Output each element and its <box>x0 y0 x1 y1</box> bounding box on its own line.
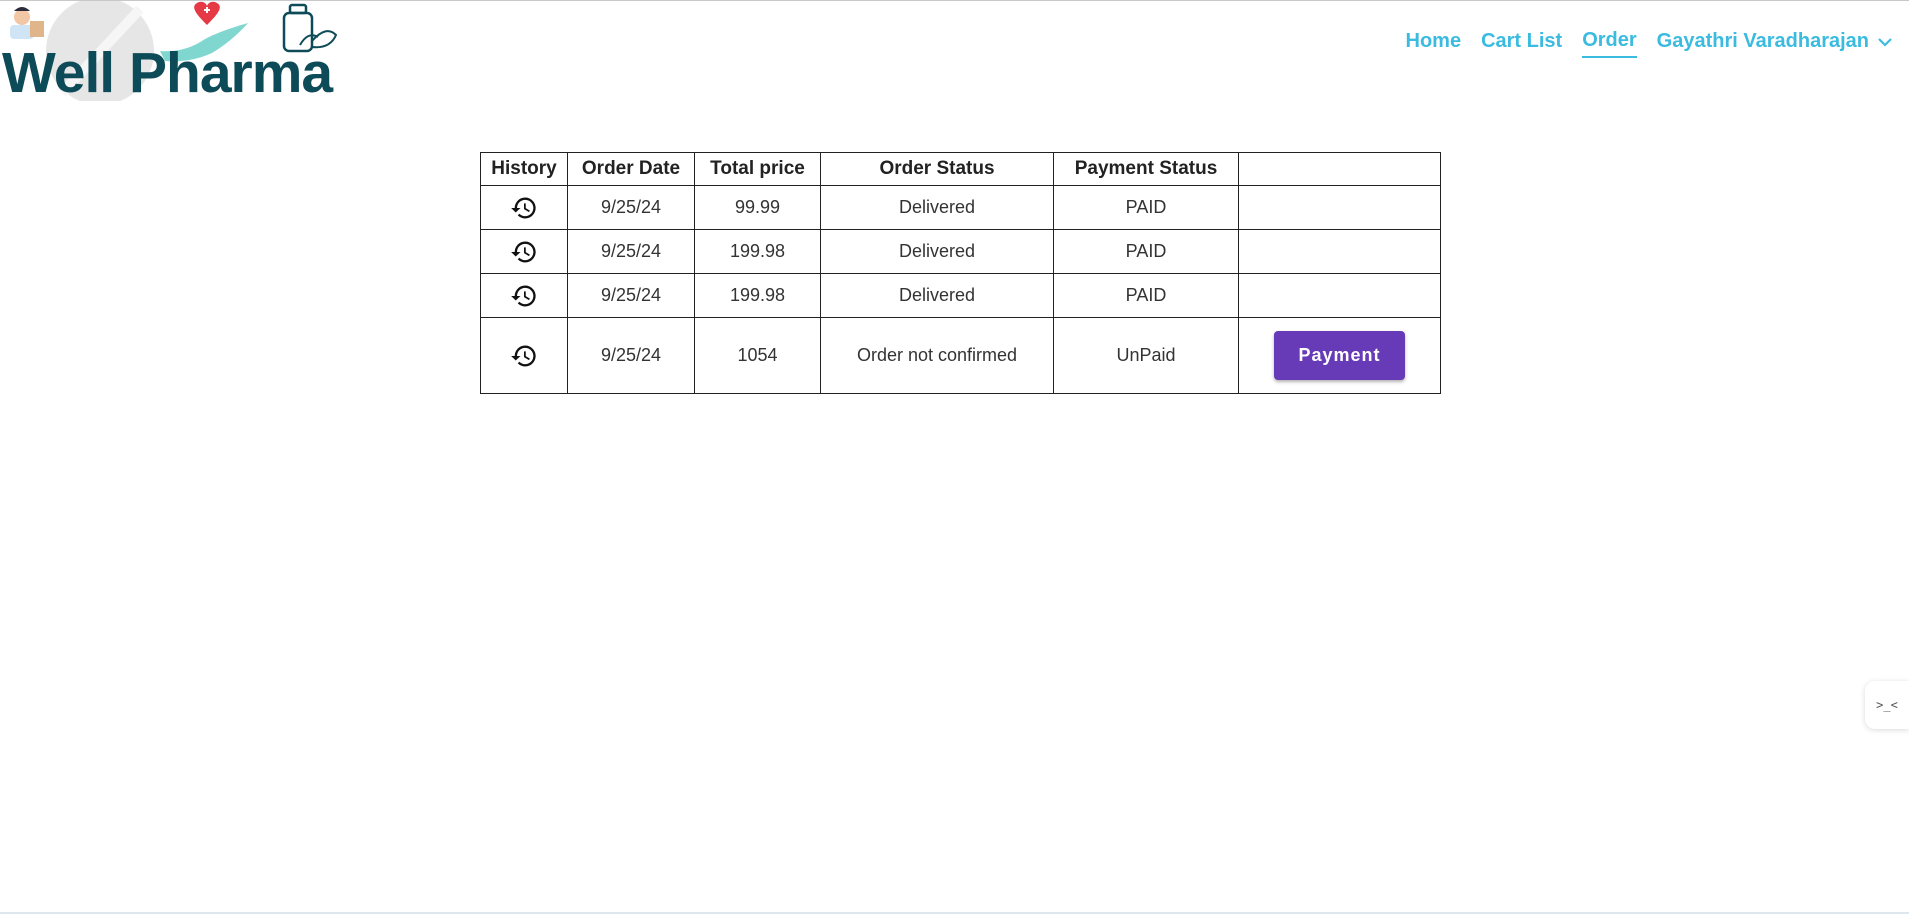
history-cell <box>480 229 568 274</box>
total-price: 199.98 <box>694 229 821 274</box>
user-name: Gayathri Varadharajan <box>1656 30 1869 52</box>
history-icon[interactable] <box>510 342 538 370</box>
payment-status: PAID <box>1053 273 1239 318</box>
history-cell <box>480 317 568 394</box>
widget-glyph: >_< <box>1876 698 1898 712</box>
order-status: Delivered <box>820 229 1054 274</box>
nav-home[interactable]: Home <box>1406 30 1462 57</box>
header-total-price: Total price <box>694 152 821 186</box>
order-date: 9/25/24 <box>567 317 695 394</box>
well-pharma-logo[interactable]: Well Pharma <box>0 1 345 105</box>
header-history: History <box>480 152 568 186</box>
table-row: 9/25/24 1054 Order not confirmed UnPaid … <box>480 317 1441 394</box>
order-status: Order not confirmed <box>820 317 1054 394</box>
history-icon[interactable] <box>510 238 538 266</box>
history-icon[interactable] <box>510 282 538 310</box>
orders-table: History Order Date Total price Order Sta… <box>480 152 1441 394</box>
header-action <box>1238 152 1441 186</box>
history-icon[interactable] <box>510 194 538 222</box>
payment-button[interactable]: Payment <box>1274 331 1405 380</box>
payment-status: UnPaid <box>1053 317 1239 394</box>
order-status: Delivered <box>820 185 1054 230</box>
history-cell <box>480 185 568 230</box>
header-order-status: Order Status <box>820 152 1054 186</box>
payment-status: PAID <box>1053 185 1239 230</box>
order-date: 9/25/24 <box>567 273 695 318</box>
assistant-widget-icon[interactable]: >_< <box>1865 681 1909 729</box>
table-header-row: History Order Date Total price Order Sta… <box>480 152 1441 186</box>
nav-order[interactable]: Order <box>1582 29 1637 58</box>
payment-status: PAID <box>1053 229 1239 274</box>
table-row: 9/25/24 99.99 Delivered PAID <box>480 185 1441 230</box>
order-status: Delivered <box>820 273 1054 318</box>
chevron-down-icon <box>1877 34 1893 50</box>
logo-text: Well Pharma <box>2 41 333 105</box>
order-date: 9/25/24 <box>567 229 695 274</box>
page: Well Pharma Home Cart List Order Gayathr… <box>0 0 1909 914</box>
header-payment-status: Payment Status <box>1053 152 1239 186</box>
nav-cart-list[interactable]: Cart List <box>1481 30 1562 57</box>
action-cell <box>1238 273 1441 318</box>
total-price: 1054 <box>694 317 821 394</box>
user-menu[interactable]: Gayathri Varadharajan <box>1657 30 1893 57</box>
action-cell: Payment <box>1238 317 1441 394</box>
total-price: 99.99 <box>694 185 821 230</box>
order-date: 9/25/24 <box>567 185 695 230</box>
history-cell <box>480 273 568 318</box>
top-nav: Home Cart List Order Gayathri Varadharaj… <box>1406 29 1894 58</box>
total-price: 199.98 <box>694 273 821 318</box>
table-row: 9/25/24 199.98 Delivered PAID <box>480 229 1441 274</box>
action-cell <box>1238 185 1441 230</box>
header-order-date: Order Date <box>567 152 695 186</box>
action-cell <box>1238 229 1441 274</box>
table-row: 9/25/24 199.98 Delivered PAID <box>480 273 1441 318</box>
